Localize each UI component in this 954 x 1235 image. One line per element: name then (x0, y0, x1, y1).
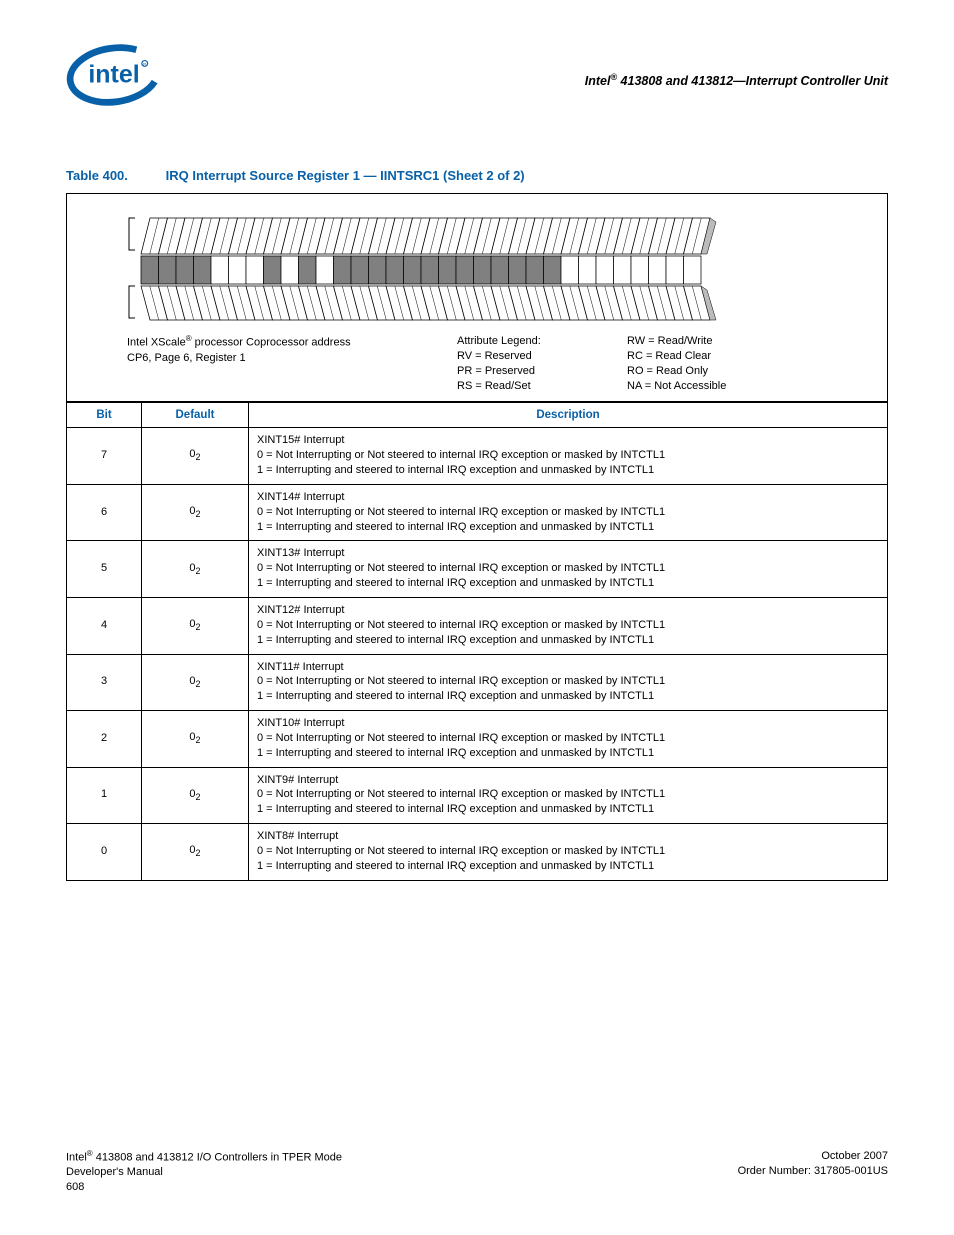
header-title: Intel® 413808 and 413812—Interrupt Contr… (585, 44, 888, 88)
description-cell: XINT15# Interrupt0 = Not Interrupting or… (249, 428, 888, 485)
default-cell: 02 (142, 541, 249, 598)
bit-cell: 4 (67, 597, 142, 654)
col-header-default: Default (142, 403, 249, 428)
default-cell: 02 (142, 654, 249, 711)
register-diagram-area: Intel XScale® processor Coprocessor addr… (67, 194, 887, 402)
bit-cell: 0 (67, 824, 142, 880)
table-row: 002XINT8# Interrupt0 = Not Interrupting … (67, 824, 887, 880)
table-title: IRQ Interrupt Source Register 1 — IINTSR… (166, 168, 525, 183)
svg-text:intel: intel (88, 61, 139, 89)
bit-cell: 2 (67, 711, 142, 768)
bit-cell: 7 (67, 428, 142, 485)
default-cell: 02 (142, 824, 249, 880)
default-cell: 02 (142, 484, 249, 541)
table-caption: Table 400. IRQ Interrupt Source Register… (66, 168, 888, 183)
default-cell: 02 (142, 711, 249, 768)
bit-cell: 5 (67, 541, 142, 598)
diagram-legend: Intel XScale® processor Coprocessor addr… (127, 334, 857, 393)
table-row: 502XINT13# Interrupt0 = Not Interrupting… (67, 541, 887, 598)
bit-cell: 6 (67, 484, 142, 541)
default-cell: 02 (142, 767, 249, 824)
col-header-description: Description (249, 403, 888, 428)
table-number: Table 400. (66, 168, 162, 183)
description-cell: XINT14# Interrupt0 = Not Interrupting or… (249, 484, 888, 541)
description-cell: XINT13# Interrupt0 = Not Interrupting or… (249, 541, 888, 598)
description-cell: XINT10# Interrupt0 = Not Interrupting or… (249, 711, 888, 768)
default-cell: 02 (142, 597, 249, 654)
intel-logo: intel R (66, 44, 162, 109)
table-row: 602XINT14# Interrupt0 = Not Interrupting… (67, 484, 887, 541)
description-cell: XINT11# Interrupt0 = Not Interrupting or… (249, 654, 888, 711)
register-table-container: Intel XScale® processor Coprocessor addr… (66, 193, 888, 881)
default-cell: 02 (142, 428, 249, 485)
table-row: 302XINT11# Interrupt0 = Not Interrupting… (67, 654, 887, 711)
page-header: intel R Intel® 413808 and 413812—Interru… (66, 44, 888, 134)
bit-description-table: Bit Default Description 702XINT15# Inter… (67, 402, 887, 879)
description-cell: XINT9# Interrupt0 = Not Interrupting or … (249, 767, 888, 824)
register-bitfield-diagram (127, 212, 737, 330)
bit-cell: 1 (67, 767, 142, 824)
table-row: 102XINT9# Interrupt0 = Not Interrupting … (67, 767, 887, 824)
table-row: 202XINT10# Interrupt0 = Not Interrupting… (67, 711, 887, 768)
bit-cell: 3 (67, 654, 142, 711)
description-cell: XINT8# Interrupt0 = Not Interrupting or … (249, 824, 888, 880)
svg-text:R: R (143, 62, 146, 67)
description-cell: XINT12# Interrupt0 = Not Interrupting or… (249, 597, 888, 654)
table-row: 402XINT12# Interrupt0 = Not Interrupting… (67, 597, 887, 654)
page-footer: Intel® 413808 and 413812 I/O Controllers… (66, 1149, 888, 1195)
col-header-bit: Bit (67, 403, 142, 428)
table-row: 702XINT15# Interrupt0 = Not Interrupting… (67, 428, 887, 485)
